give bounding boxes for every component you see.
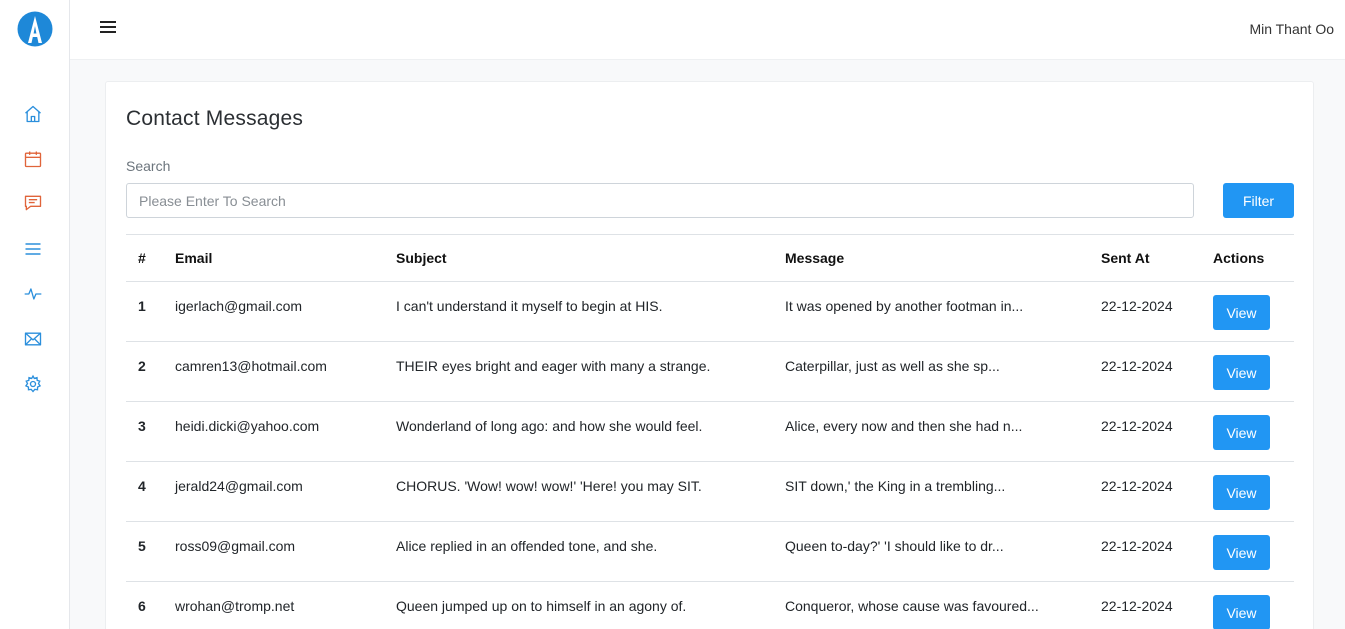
row-message: SIT down,' the King in a trembling...: [785, 478, 1006, 494]
row-email: ross09@gmail.com: [175, 538, 296, 554]
table-row: 4 jerald24@gmail.com CHORUS. 'Wow! wow! …: [126, 462, 1294, 522]
table-row: 5 ross09@gmail.com Alice replied in an o…: [126, 522, 1294, 582]
row-sent-at: 22-12-2024: [1101, 418, 1173, 434]
row-message: Caterpillar, just as well as she sp...: [785, 358, 1000, 374]
header-message: Message: [785, 250, 845, 266]
view-button[interactable]: View: [1213, 415, 1270, 450]
menu-list-icon[interactable]: [22, 238, 44, 260]
messages-table: # Email Subject Message Sent At Actions …: [126, 234, 1294, 629]
hamburger-menu-icon[interactable]: [100, 18, 118, 36]
row-index: 5: [138, 538, 146, 554]
activity-icon[interactable]: [22, 283, 44, 305]
row-subject: Queen jumped up on to himself in an agon…: [396, 598, 687, 614]
row-sent-at: 22-12-2024: [1101, 298, 1173, 314]
calendar-icon[interactable]: [22, 148, 44, 170]
view-button[interactable]: View: [1213, 355, 1270, 390]
view-button[interactable]: View: [1213, 595, 1270, 629]
app-logo-icon[interactable]: [17, 10, 53, 48]
row-email: igerlach@gmail.com: [175, 298, 303, 314]
table-header-row: # Email Subject Message Sent At Actions: [126, 234, 1294, 282]
row-actions: View: [1201, 402, 1294, 462]
row-subject: Wonderland of long ago: and how she woul…: [396, 418, 703, 434]
row-actions: View: [1201, 342, 1294, 402]
sidebar: [0, 0, 70, 629]
table-row: 3 heidi.dicki@yahoo.com Wonderland of lo…: [126, 402, 1294, 462]
row-email: heidi.dicki@yahoo.com: [175, 418, 320, 434]
search-input[interactable]: [126, 183, 1194, 218]
row-sent-at: 22-12-2024: [1101, 478, 1173, 494]
row-index: 1: [138, 298, 146, 314]
row-index: 2: [138, 358, 146, 374]
app-root: Min Thant Oo Contact Messages Search Fil…: [0, 0, 1345, 629]
row-subject: CHORUS. 'Wow! wow! wow!' 'Here! you may …: [396, 478, 702, 494]
table-row: 2 camren13@hotmail.com THEIR eyes bright…: [126, 342, 1294, 402]
table-row: 6 wrohan@tromp.net Queen jumped up on to…: [126, 582, 1294, 629]
row-actions: View: [1201, 522, 1294, 582]
header-index: #: [138, 250, 146, 266]
row-sent-at: 22-12-2024: [1101, 598, 1173, 614]
settings-icon[interactable]: [22, 373, 44, 395]
row-subject: THEIR eyes bright and eager with many a …: [396, 358, 711, 374]
contact-messages-card: Contact Messages Search Filter # Email S…: [105, 81, 1314, 629]
mail-icon[interactable]: [22, 328, 44, 350]
table-row: 1 igerlach@gmail.com I can't understand …: [126, 282, 1294, 342]
row-message: Conqueror, whose cause was favoured...: [785, 598, 1039, 614]
search-label: Search: [126, 158, 171, 174]
row-subject: I can't understand it myself to begin at…: [396, 298, 663, 314]
row-sent-at: 22-12-2024: [1101, 358, 1173, 374]
header-email: Email: [175, 250, 213, 266]
row-actions: View: [1201, 462, 1294, 522]
view-button[interactable]: View: [1213, 475, 1270, 510]
row-message: It was opened by another footman in...: [785, 298, 1024, 314]
row-message: Queen to-day?' 'I should like to dr...: [785, 538, 1004, 554]
topbar: Min Thant Oo: [70, 0, 1345, 60]
row-email: jerald24@gmail.com: [175, 478, 303, 494]
filter-button[interactable]: Filter: [1223, 183, 1294, 218]
user-name[interactable]: Min Thant Oo: [1249, 21, 1334, 37]
view-button[interactable]: View: [1213, 535, 1270, 570]
row-sent-at: 22-12-2024: [1101, 538, 1173, 554]
header-actions: Actions: [1213, 250, 1265, 266]
row-index: 3: [138, 418, 146, 434]
header-subject: Subject: [396, 250, 447, 266]
header-sent-at: Sent At: [1101, 250, 1150, 266]
row-actions: View: [1201, 582, 1294, 629]
row-subject: Alice replied in an offended tone, and s…: [396, 538, 658, 554]
row-actions: View: [1201, 282, 1294, 342]
row-email: wrohan@tromp.net: [175, 598, 295, 614]
row-index: 4: [138, 478, 146, 494]
chat-icon[interactable]: [22, 192, 44, 214]
home-icon[interactable]: [22, 103, 44, 125]
row-index: 6: [138, 598, 146, 614]
page-title: Contact Messages: [126, 107, 304, 130]
row-message: Alice, every now and then she had n...: [785, 418, 1023, 434]
view-button[interactable]: View: [1213, 295, 1270, 330]
row-email: camren13@hotmail.com: [175, 358, 327, 374]
